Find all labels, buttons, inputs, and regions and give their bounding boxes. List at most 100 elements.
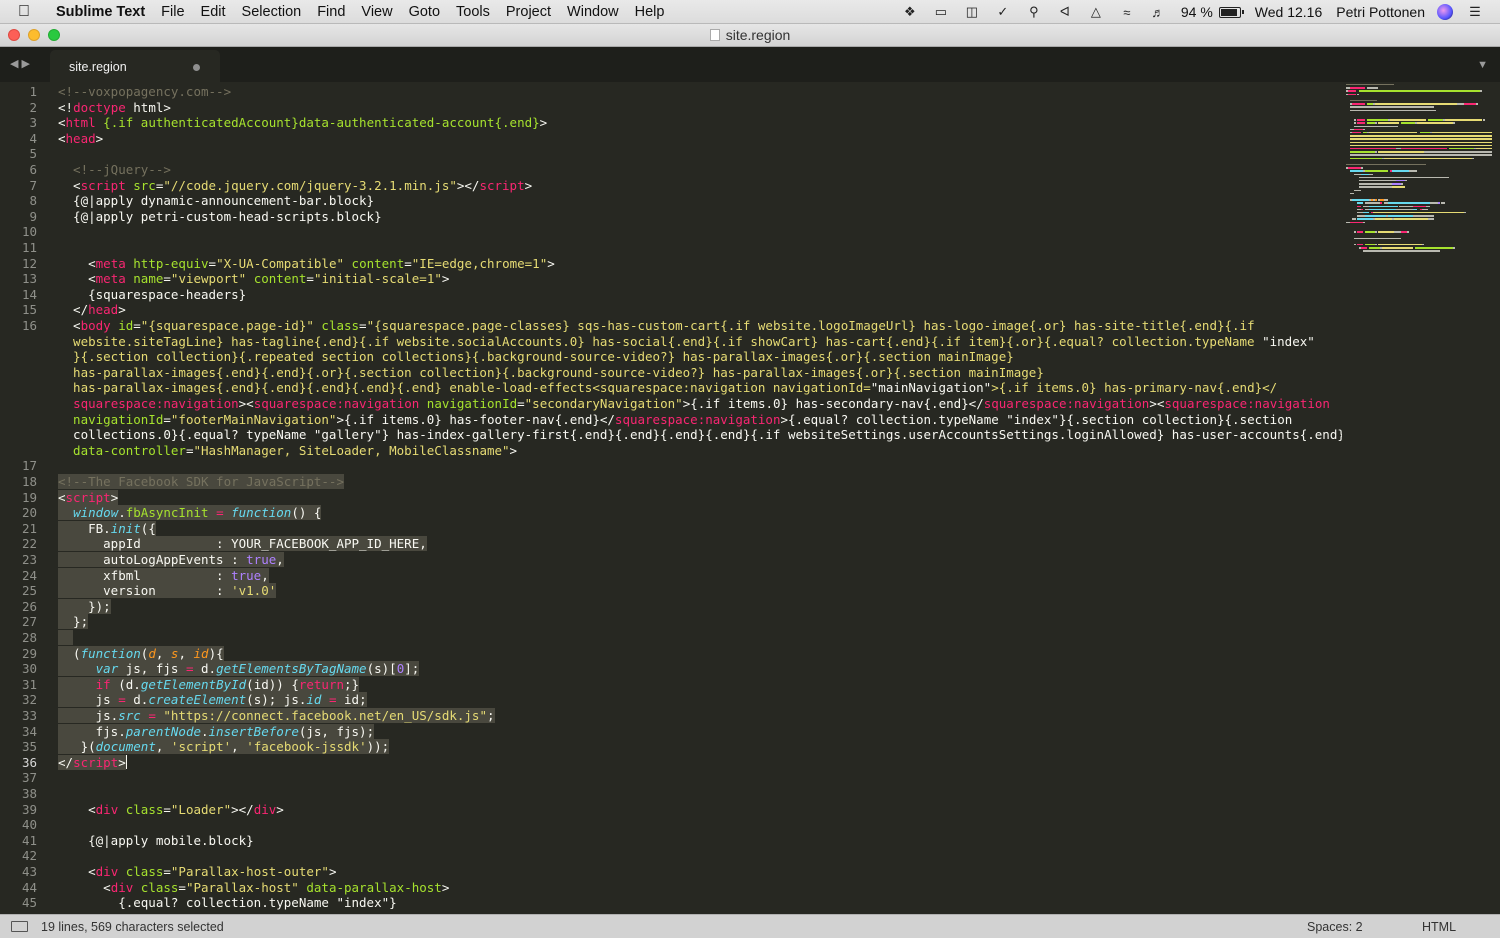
line-number[interactable]: 35 <box>0 739 37 755</box>
code-line[interactable]: }(document, 'script', 'facebook-jssdk'))… <box>58 739 390 755</box>
code-line[interactable]: }; <box>58 614 89 630</box>
code-line[interactable]: }); <box>58 598 111 615</box>
code-editor[interactable]: 1 2 3 4 5 6 7 8 9 10 11 12 13 14 15 16 17 18 19 20 21 22 23 24 2… <box>0 82 1342 914</box>
screen-share-icon[interactable]: ◫ <box>963 4 981 19</box>
tab-nav-arrows-icon[interactable]: ◀▶ <box>10 57 33 70</box>
code-line[interactable] <box>58 630 74 646</box>
vcs-check-icon[interactable]: ✓ <box>994 4 1012 19</box>
line-number[interactable]: 11 <box>0 240 37 256</box>
line-number[interactable]: 9 <box>0 209 37 225</box>
syntax-status[interactable]: HTML <box>1422 920 1456 934</box>
code-line[interactable]: <meta name="viewport" content="initial-s… <box>58 271 449 287</box>
menu-goto[interactable]: Goto <box>409 4 440 20</box>
line-number[interactable]: 36 <box>0 755 37 771</box>
code-line[interactable]: <script src="//code.jquery.com/jquery-3.… <box>58 178 532 194</box>
code-line[interactable]: FB.init({ <box>58 520 156 537</box>
code-line[interactable]: </head> <box>58 302 126 318</box>
menu-help[interactable]: Help <box>635 4 665 20</box>
code-line[interactable]: <!doctype html> <box>58 100 171 116</box>
code-line[interactable]: </script> <box>58 754 127 771</box>
line-number[interactable]: 21 <box>0 521 37 537</box>
code-line[interactable]: window.fbAsyncInit = function() { <box>58 505 322 521</box>
line-number[interactable]: 33 <box>0 708 37 724</box>
menu-find[interactable]: Find <box>317 4 345 20</box>
code-line[interactable]: fjs.parentNode.insertBefore(js, fjs); <box>58 723 375 740</box>
display-icon[interactable]: ▭ <box>932 4 950 19</box>
line-number[interactable]: 14 <box>0 287 37 303</box>
code-line[interactable]: data-controller="HashManager, SiteLoader… <box>58 443 517 459</box>
line-number[interactable]: 1 <box>0 84 37 100</box>
line-number[interactable]: 6 <box>0 162 37 178</box>
line-number[interactable]: 10 <box>0 224 37 240</box>
line-number[interactable]: 5 <box>0 146 37 162</box>
menu-file[interactable]: File <box>161 4 184 20</box>
line-number[interactable]: 16 <box>0 318 37 334</box>
line-number[interactable]: 26 <box>0 599 37 615</box>
code-line[interactable]: (function(d, s, id){ <box>58 645 224 662</box>
code-line[interactable]: <html {.if authenticatedAccount}data-aut… <box>58 115 547 131</box>
code-line[interactable]: }{.section collection}{.repeated section… <box>58 349 1014 365</box>
battery-percent[interactable]: 94 % <box>1181 4 1213 20</box>
code-line[interactable]: js = d.createElement(s); js.id = id; <box>58 692 367 708</box>
code-line[interactable]: has-parallax-images{.end}{.end}{.end}{.e… <box>58 380 1277 396</box>
code-line[interactable]: navigationId="footerMainNavigation">{.if… <box>58 412 1292 428</box>
line-number[interactable]: 38 <box>0 786 37 802</box>
dropbox-icon[interactable]: ❖ <box>901 4 919 19</box>
apple-menu-icon[interactable]:  <box>18 3 42 21</box>
line-number[interactable]: 31 <box>0 677 37 693</box>
bluetooth-icon[interactable]: ᐊ <box>1056 4 1074 19</box>
line-number[interactable]: 44 <box>0 880 37 896</box>
line-number[interactable]: 23 <box>0 552 37 568</box>
line-number[interactable]: 4 <box>0 131 37 147</box>
unsaved-dot-icon[interactable] <box>193 64 200 71</box>
code-line[interactable]: <div class="Loader"></div> <box>58 802 284 818</box>
code-line[interactable]: website.siteTagLine} has-tagline{.end}{.… <box>58 334 1315 350</box>
line-number[interactable]: 13 <box>0 271 37 287</box>
battery-icon[interactable] <box>1218 6 1244 18</box>
minimap[interactable] <box>1342 82 1500 914</box>
line-number[interactable]: 29 <box>0 646 37 662</box>
line-number[interactable]: 34 <box>0 724 37 740</box>
line-number[interactable]: 3 <box>0 115 37 131</box>
menu-view[interactable]: View <box>361 4 392 20</box>
line-number[interactable]: 42 <box>0 848 37 864</box>
line-number[interactable]: 15 <box>0 302 37 318</box>
line-number[interactable]: 22 <box>0 536 37 552</box>
line-number[interactable]: 43 <box>0 864 37 880</box>
indentation-status[interactable]: Spaces: 2 <box>1307 920 1363 934</box>
code-line[interactable]: <script> <box>58 489 119 506</box>
line-number[interactable]: 45 <box>0 895 37 911</box>
code-line[interactable]: {squarespace-headers} <box>58 287 246 303</box>
line-number[interactable]: 20 <box>0 505 37 521</box>
code-line[interactable]: <!--The Facebook SDK for JavaScript--> <box>58 474 344 490</box>
siri-icon[interactable] <box>1437 4 1453 20</box>
code-line[interactable]: <meta http-equiv="X-UA-Compatible" conte… <box>58 256 555 272</box>
code-line[interactable]: <body id="{squarespace.page-id}" class="… <box>58 318 1255 334</box>
notification-center-icon[interactable]: ☰ <box>1466 4 1484 19</box>
tab-site-region[interactable]: site.region <box>50 50 220 82</box>
line-number[interactable]: 17 <box>0 458 37 474</box>
line-number[interactable]: 18 <box>0 474 37 490</box>
line-number[interactable]: 39 <box>0 802 37 818</box>
code-line[interactable]: <div class="Parallax-host" data-parallax… <box>58 880 449 896</box>
menu-edit[interactable]: Edit <box>201 4 226 20</box>
line-number[interactable]: 41 <box>0 833 37 849</box>
code-line[interactable]: collections.0}{.equal? typeName "gallery… <box>58 427 1342 443</box>
code-line[interactable]: if (d.getElementById(id)) {return;} <box>58 676 360 693</box>
code-line[interactable]: {.equal? collection.typeName "index"} <box>58 895 396 911</box>
code-line[interactable]: autoLogAppEvents : true, <box>58 552 284 568</box>
code-line[interactable]: {@|apply mobile.block} <box>58 833 254 849</box>
line-number[interactable]: 30 <box>0 661 37 677</box>
code-line[interactable]: {@|apply petri-custom-head-scripts.block… <box>58 209 382 225</box>
code-line[interactable]: <div class="Parallax-host-outer"> <box>58 864 336 880</box>
code-line[interactable]: xfbml : true, <box>58 567 269 584</box>
clock[interactable]: Wed 12.16 <box>1255 4 1322 20</box>
tab-list-chevron-down-icon[interactable]: ▼ <box>1477 59 1488 71</box>
app-menu[interactable]: Sublime Text <box>56 4 145 20</box>
user-name[interactable]: Petri Pottonen <box>1336 4 1425 20</box>
code-line[interactable]: has-parallax-images{.end}{.end}{.or}{.se… <box>58 365 1044 381</box>
line-number[interactable]: 8 <box>0 193 37 209</box>
line-number[interactable]: 27 <box>0 614 37 630</box>
line-number[interactable]: 25 <box>0 583 37 599</box>
code-line[interactable]: <head> <box>58 131 103 147</box>
